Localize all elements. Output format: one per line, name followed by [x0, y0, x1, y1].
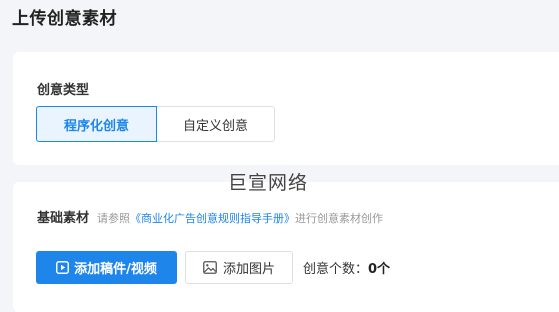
creative-count-label: 创意个数：: [303, 262, 369, 277]
guideline-manual-link[interactable]: 《商业化广告创意规则指导手册》: [130, 212, 295, 225]
image-icon: [203, 261, 217, 274]
option-programmatic-creative[interactable]: 程序化创意: [36, 106, 157, 142]
basic-material-label: 基础素材: [37, 211, 90, 226]
add-video-label: 添加稿件/视频: [74, 262, 157, 277]
creative-type-label: 创意类型: [37, 83, 90, 98]
watermark-text: 巨宣网络: [228, 172, 309, 194]
add-image-button[interactable]: 添加图片: [185, 251, 293, 284]
add-image-label: 添加图片: [222, 262, 275, 277]
hint-prefix: 请参照: [97, 212, 131, 225]
hint-suffix: 进行创意素材创作: [295, 212, 384, 225]
option-custom-creative[interactable]: 自定义创意: [157, 106, 275, 142]
creative-type-selector: 程序化创意 自定义创意: [36, 106, 275, 142]
play-box-icon: [56, 261, 70, 274]
creative-type-card: 创意类型 程序化创意 自定义创意: [13, 52, 559, 165]
guideline-hint: 请参照《商业化广告创意规则指导手册》进行创意素材创作: [97, 210, 383, 226]
creative-count: 创意个数：0个: [303, 258, 390, 277]
material-actions: 添加稿件/视频 添加图片 创意个数：0个: [36, 251, 390, 284]
page-title: 上传创意素材: [12, 9, 117, 29]
basic-material-header: 基础素材 请参照《商业化广告创意规则指导手册》进行创意素材创作: [37, 207, 383, 226]
creative-count-value: 0个: [368, 262, 391, 277]
add-video-button[interactable]: 添加稿件/视频: [36, 251, 177, 284]
